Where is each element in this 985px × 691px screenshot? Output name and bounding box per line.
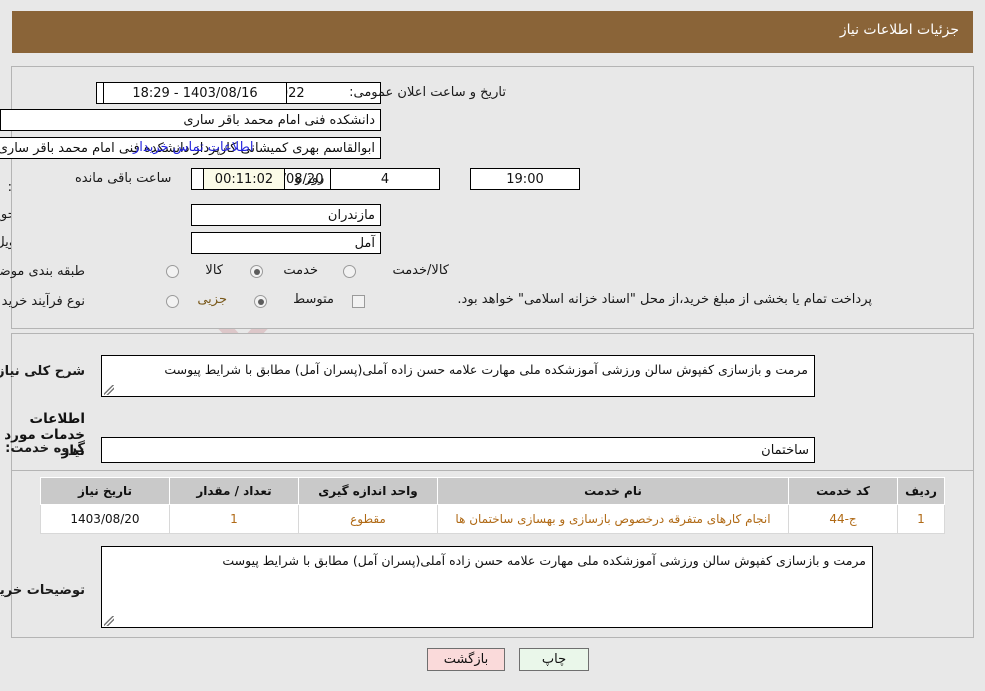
td-unit: مقطوع [298, 504, 438, 534]
public-announce-label: تاریخ و ساعت اعلان عمومی: [349, 85, 506, 100]
category-radio-kala[interactable] [166, 265, 179, 278]
page-title: جزئیات اطلاعات نیاز [839, 22, 959, 38]
print-button[interactable]: چاپ [519, 648, 589, 671]
province-value: مازندران [191, 204, 381, 226]
th-name: نام خدمت [437, 477, 789, 505]
service-group-label: گروه خدمت: [5, 441, 85, 456]
buyer-notes-label: توضیحات خریدار: [0, 583, 85, 598]
category-radio-kala-khedmat[interactable] [343, 265, 356, 278]
category-radio-kala-khedmat-label: کالا/خدمت [392, 263, 449, 278]
city-value: آمل [191, 232, 381, 254]
category-radio-kala-label: کالا [205, 263, 223, 278]
purchase-type-radio-jozi-label: جزیی [197, 292, 227, 307]
page-root: AriaTender.net جزئیات اطلاعات نیاز شماره… [0, 0, 985, 691]
service-group-value: ساختمان [101, 437, 815, 463]
purchase-type-label: نوع فرآیند خرید : [0, 294, 85, 309]
back-button[interactable]: بازگشت [427, 648, 505, 671]
services-table: ردیف کد خدمت نام خدمت واحد اندازه گیری ت… [40, 477, 945, 534]
th-unit: واحد اندازه گیری [298, 477, 438, 505]
td-row: 1 [897, 504, 945, 534]
time-left-value: 00:11:02 [203, 168, 285, 190]
td-code: ج-44 [788, 504, 898, 534]
page-title-bar: جزئیات اطلاعات نیاز [12, 11, 973, 53]
td-qty: 1 [169, 504, 299, 534]
purchase-type-radio-motavasset-label: متوسط [293, 292, 334, 307]
public-announce-value: 1403/08/16 - 18:29 [103, 82, 287, 104]
general-description-label: شرح کلی نیاز: [0, 364, 85, 379]
category-radio-khedmat-label: خدمت [283, 263, 318, 278]
td-name: انجام کارهای متفرقه درخصوص بازسازی و بهس… [437, 504, 789, 534]
need-info-panel [11, 66, 974, 329]
time-left-suffix: ساعت باقی مانده [75, 171, 172, 186]
category-radio-khedmat[interactable] [250, 265, 263, 278]
table-row: 1 ج-44 انجام کارهای متفرقه درخصوص بازساز… [40, 504, 945, 534]
purchase-type-radio-motavasset[interactable] [254, 295, 267, 308]
buyer-org-value: دانشکده فنی امام محمد باقر ساری [0, 109, 381, 131]
purchase-type-radio-jozi[interactable] [166, 295, 179, 308]
th-row: ردیف [897, 477, 945, 505]
table-header-row: ردیف کد خدمت نام خدمت واحد اندازه گیری ت… [40, 477, 945, 505]
days-left-value: 4 [330, 168, 440, 190]
buyer-notes-value[interactable]: مرمت و بازسازی کفپوش سالن ورزشی آموزشکده… [101, 546, 873, 628]
days-left-unit: روز و [295, 171, 325, 186]
deadline-hour-value: 19:00 [470, 168, 580, 190]
th-qty: تعداد / مقدار [169, 477, 299, 505]
th-code: کد خدمت [788, 477, 898, 505]
buyer-contact-link[interactable]: اطلاعات تماس خریدار [133, 140, 253, 155]
islamic-treasury-checkbox[interactable] [352, 295, 365, 308]
islamic-treasury-checkbox-label: پرداخت تمام یا بخشی از مبلغ خرید،از محل … [457, 292, 872, 307]
category-label: طبقه بندی موضوعی: [0, 264, 85, 279]
th-date: تاریخ نیاز [40, 477, 170, 505]
general-description-value[interactable]: مرمت و بازسازی کفپوش سالن ورزشی آموزشکده… [101, 355, 815, 397]
td-date: 1403/08/20 [40, 504, 170, 534]
